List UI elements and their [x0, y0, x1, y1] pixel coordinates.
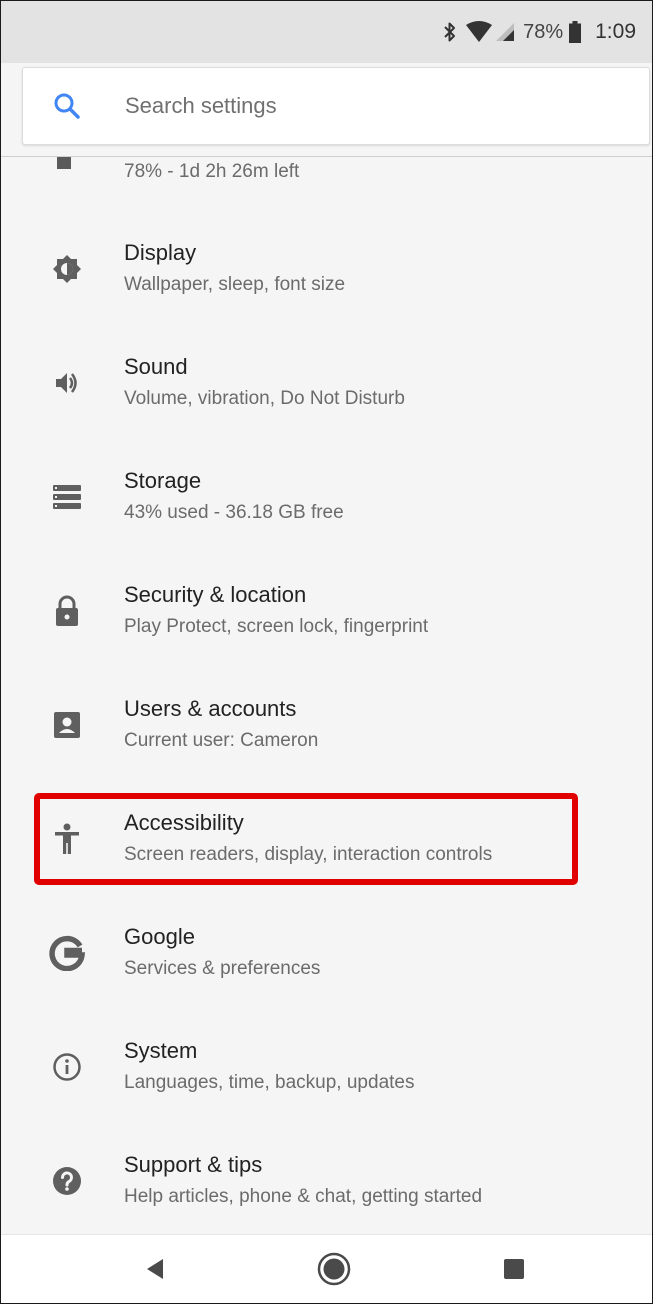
- settings-item-title: Sound: [124, 354, 188, 379]
- settings-item-accessibility[interactable]: Accessibility Screen readers, display, i…: [1, 782, 652, 896]
- settings-item-security[interactable]: Security & location Play Protect, screen…: [1, 554, 652, 668]
- status-bar: 78% 1:09: [1, 1, 652, 63]
- bluetooth-icon: [443, 21, 457, 43]
- recents-icon[interactable]: [484, 1235, 544, 1303]
- settings-item-summary: Play Protect, screen lock, fingerprint: [124, 616, 429, 637]
- settings-item-title: System: [124, 1038, 198, 1063]
- navigation-bar: [1, 1234, 652, 1303]
- account-box-icon: [45, 668, 89, 782]
- settings-item-battery[interactable]: 78% - 1d 2h 26m left: [1, 157, 652, 217]
- info-icon: [45, 1010, 89, 1124]
- settings-item-summary: 78% - 1d 2h 26m left: [124, 161, 300, 182]
- settings-item-title: Security & location: [124, 582, 307, 607]
- settings-item-summary: Current user: Cameron: [124, 730, 319, 751]
- help-icon: [45, 1124, 89, 1235]
- battery-percent: 78%: [523, 20, 564, 43]
- search-bar[interactable]: [22, 67, 650, 145]
- search-input[interactable]: [123, 92, 577, 120]
- settings-item-summary: Wallpaper, sleep, font size: [124, 274, 346, 295]
- settings-item-summary: Screen readers, display, interaction con…: [124, 844, 493, 865]
- settings-item-display[interactable]: Display Wallpaper, sleep, font size: [1, 212, 652, 326]
- settings-item-title: Support & tips: [124, 1152, 263, 1177]
- back-icon[interactable]: [125, 1235, 185, 1303]
- search-icon[interactable]: [53, 92, 81, 120]
- volume-icon: [45, 326, 89, 440]
- settings-item-system[interactable]: System Languages, time, backup, updates: [1, 1010, 652, 1124]
- settings-item-summary: Services & preferences: [124, 958, 321, 979]
- home-icon[interactable]: [304, 1235, 364, 1303]
- battery-icon: [569, 21, 582, 43]
- brightness-icon: [45, 212, 89, 326]
- settings-item-support[interactable]: Support & tips Help articles, phone & ch…: [1, 1124, 652, 1235]
- settings-list[interactable]: 78% - 1d 2h 26m left Display Wallpaper, …: [1, 157, 652, 1235]
- settings-item-summary: Volume, vibration, Do Not Disturb: [124, 388, 405, 409]
- settings-item-title: Display: [124, 240, 197, 265]
- settings-item-summary: Languages, time, backup, updates: [124, 1072, 415, 1093]
- settings-item-summary: Help articles, phone & chat, getting sta…: [124, 1186, 483, 1207]
- clock: 1:09: [595, 20, 636, 43]
- settings-item-google[interactable]: Google Services & preferences: [1, 896, 652, 1010]
- google-icon: [45, 896, 89, 1010]
- cell-signal-icon: [495, 22, 515, 42]
- settings-item-title: Accessibility: [124, 810, 244, 835]
- settings-item-sound[interactable]: Sound Volume, vibration, Do Not Disturb: [1, 326, 652, 440]
- settings-item-users[interactable]: Users & accounts Current user: Cameron: [1, 668, 652, 782]
- settings-item-title: Users & accounts: [124, 696, 297, 721]
- battery-icon: [57, 157, 71, 169]
- lock-icon: [45, 554, 89, 668]
- settings-item-storage[interactable]: Storage 43% used - 36.18 GB free: [1, 440, 652, 554]
- accessibility-icon: [45, 782, 89, 896]
- settings-screen: 78% 1:09 78% - 1d 2h 26m left: [0, 0, 653, 1304]
- wifi-icon: [465, 21, 493, 43]
- storage-icon: [45, 440, 89, 554]
- search-container: [1, 63, 652, 158]
- settings-item-summary: 43% used - 36.18 GB free: [124, 502, 344, 523]
- settings-item-title: Google: [124, 924, 195, 949]
- settings-item-title: Storage: [124, 468, 202, 493]
